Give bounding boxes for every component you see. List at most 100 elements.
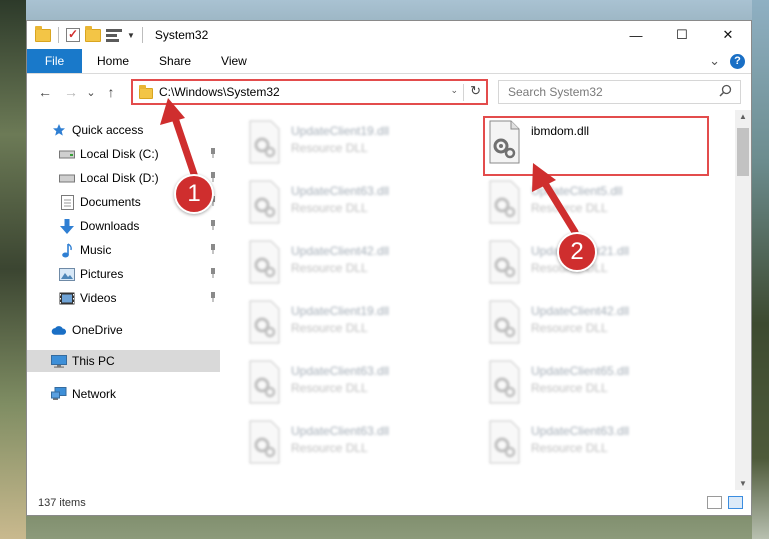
- pictures-icon: [59, 266, 75, 282]
- dll-file-icon: [489, 240, 520, 284]
- file-item[interactable]: UpdateClient63.dll Resource DLL: [246, 360, 470, 420]
- file-type: Resource DLL: [531, 321, 608, 335]
- properties-icon[interactable]: [106, 28, 122, 42]
- documents-icon: [59, 194, 75, 210]
- dll-file-icon: [489, 360, 520, 404]
- file-item[interactable]: UpdateClient42.dll Resource DLL: [486, 300, 710, 360]
- address-path: C:\Windows\System32: [159, 85, 280, 99]
- pin-icon[interactable]: [208, 291, 218, 303]
- scroll-up-icon[interactable]: ▲: [739, 112, 747, 121]
- scroll-thumb[interactable]: [737, 128, 749, 176]
- search-placeholder: Search System32: [508, 85, 603, 99]
- file-name: UpdateClient65.dll: [531, 364, 630, 378]
- file-item[interactable]: UpdateClient63.dll Resource DLL: [486, 420, 710, 480]
- navigation-pane: Quick access Local Disk (C:) Local Disk …: [27, 110, 220, 490]
- explorer-window: ✓ ▼ System32 — ☐ ✕ File Home Share View …: [26, 20, 752, 516]
- sidebar-item-quick-access[interactable]: Quick access: [27, 119, 220, 141]
- item-count: 137 items: [38, 497, 86, 509]
- file-item[interactable]: UpdateClient5.dll Resource DLL: [486, 180, 710, 240]
- file-type: Resource DLL: [531, 441, 608, 455]
- details-view-icon[interactable]: [707, 496, 722, 509]
- pin-icon[interactable]: [208, 147, 218, 159]
- new-folder-icon[interactable]: [85, 25, 101, 42]
- toolbar-separator: [141, 27, 143, 43]
- tab-file[interactable]: File: [27, 49, 82, 73]
- file-name: UpdateClient63.dll: [291, 424, 390, 438]
- file-item[interactable]: UpdateClient19.dll Resource DLL: [246, 120, 470, 180]
- step-badge-1: 1: [174, 174, 214, 214]
- address-bar[interactable]: C:\Windows\System32 ⌄ ↻: [131, 79, 488, 105]
- tab-share[interactable]: Share: [144, 49, 206, 73]
- scroll-down-icon[interactable]: ▼: [739, 479, 747, 488]
- file-name: UpdateClient63.dll: [531, 424, 630, 438]
- dll-file-icon: [489, 420, 520, 464]
- file-type: Resource DLL: [291, 141, 368, 155]
- pin-icon[interactable]: [208, 267, 218, 279]
- navigation-bar: ← → ⌄ ↑ C:\Windows\System32 ⌄ ↻ Search S…: [27, 74, 751, 110]
- up-button[interactable]: ↑: [101, 84, 121, 100]
- tab-view[interactable]: View: [206, 49, 262, 73]
- ibmdom-highlight-box: [483, 116, 709, 176]
- file-type: Resource DLL: [291, 441, 368, 455]
- drive-icon: [59, 170, 75, 186]
- close-button[interactable]: ✕: [705, 21, 751, 49]
- sidebar-item-label: Documents: [80, 195, 141, 209]
- sidebar-item-this-pc[interactable]: This PC: [27, 350, 220, 372]
- file-name: UpdateClient19.dll: [291, 124, 390, 138]
- star-icon: [51, 122, 67, 138]
- search-icon[interactable]: [719, 84, 732, 97]
- properties-check-icon[interactable]: ✓: [66, 28, 80, 42]
- help-icon[interactable]: ?: [730, 53, 745, 69]
- dll-file-icon: [249, 360, 280, 404]
- dll-file-icon: [249, 300, 280, 344]
- sidebar-item-videos[interactable]: Videos: [27, 287, 220, 309]
- refresh-icon[interactable]: ↻: [470, 83, 481, 99]
- sidebar-item-label: This PC: [72, 354, 115, 368]
- folder-icon[interactable]: [35, 25, 51, 42]
- maximize-button[interactable]: ☐: [659, 21, 705, 49]
- view-toggle: [707, 496, 743, 509]
- forward-button[interactable]: →: [61, 84, 81, 100]
- desktop-background-left: [0, 0, 26, 539]
- tiles-view-icon[interactable]: [728, 496, 743, 509]
- address-dropdown-icon[interactable]: ⌄: [450, 85, 458, 96]
- file-item[interactable]: UpdateClient63.dll Resource DLL: [246, 420, 470, 480]
- sidebar-item-music[interactable]: Music: [27, 239, 220, 261]
- sidebar-item-label: Local Disk (C:): [80, 147, 159, 161]
- file-name: UpdateClient63.dll: [291, 364, 390, 378]
- dll-file-icon: [249, 420, 280, 464]
- ribbon-tabs: File Home Share View ⌄ ?: [27, 49, 751, 74]
- sidebar-item-pictures[interactable]: Pictures: [27, 263, 220, 285]
- sidebar-item-local-disk-c[interactable]: Local Disk (C:): [27, 143, 220, 165]
- sidebar-item-downloads[interactable]: Downloads: [27, 215, 220, 237]
- file-item[interactable]: UpdateClient65.dll Resource DLL: [486, 360, 710, 420]
- tab-home[interactable]: Home: [82, 49, 144, 73]
- file-name: UpdateClient5.dll: [531, 184, 623, 198]
- dll-file-icon: [249, 240, 280, 284]
- recent-locations-button[interactable]: ⌄: [81, 86, 101, 99]
- file-item[interactable]: UpdateClient42.dll Resource DLL: [246, 240, 470, 300]
- minimize-button[interactable]: —: [613, 21, 659, 49]
- file-item[interactable]: UpdateClient21.dll Resource DLL: [486, 240, 710, 300]
- file-type: Resource DLL: [291, 201, 368, 215]
- network-icon: [51, 386, 67, 402]
- quick-access-toolbar: ✓ ▼: [35, 25, 145, 43]
- sidebar-item-label: Quick access: [72, 123, 144, 137]
- pin-icon[interactable]: [208, 219, 218, 231]
- vertical-scrollbar[interactable]: ▲ ▼: [735, 110, 751, 490]
- toolbar-customize-icon[interactable]: ▼: [127, 31, 135, 40]
- drive-icon: [59, 146, 75, 162]
- pin-icon[interactable]: [208, 243, 218, 255]
- address-separator: [463, 84, 464, 101]
- expand-ribbon-icon[interactable]: ⌄: [709, 53, 720, 69]
- file-type: Resource DLL: [531, 381, 608, 395]
- file-item[interactable]: UpdateClient19.dll Resource DLL: [246, 300, 470, 360]
- file-type: Resource DLL: [291, 321, 368, 335]
- toolbar-separator: [58, 27, 59, 43]
- file-item[interactable]: UpdateClient63.dll Resource DLL: [246, 180, 470, 240]
- file-name: UpdateClient42.dll: [291, 244, 390, 258]
- sidebar-item-onedrive[interactable]: OneDrive: [27, 319, 220, 341]
- sidebar-item-network[interactable]: Network: [27, 383, 220, 405]
- search-input[interactable]: Search System32: [498, 80, 741, 104]
- back-button[interactable]: ←: [35, 84, 55, 100]
